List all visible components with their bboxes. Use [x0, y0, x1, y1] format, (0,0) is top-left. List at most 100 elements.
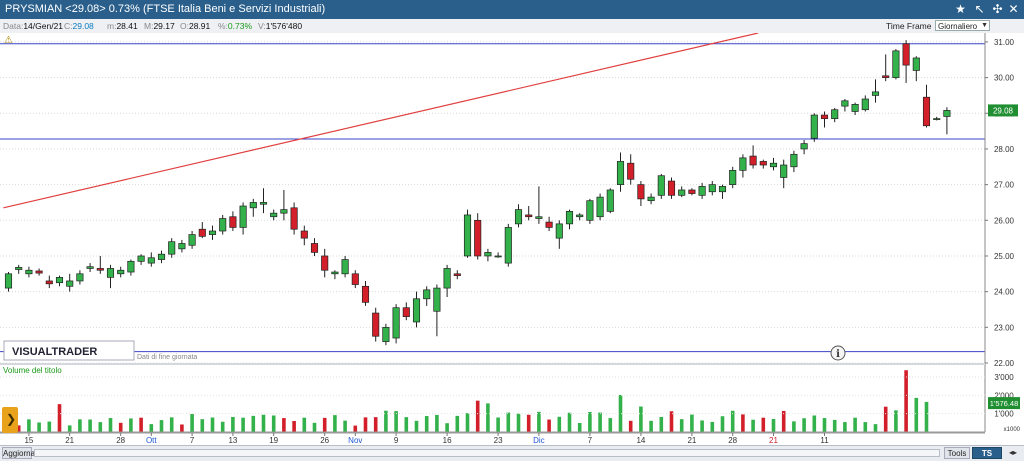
volume-bar-down: [363, 417, 368, 432]
volume-bar-up: [129, 418, 133, 432]
volume-pane-label: Volume del titolo: [3, 366, 62, 375]
candle-down: [882, 75, 890, 78]
cross-arrows-icon[interactable]: ✣: [990, 2, 1005, 17]
candle-up: [555, 223, 563, 239]
volume-bar-up: [690, 414, 694, 432]
volume-bar-up: [771, 418, 776, 432]
pct-readout: %:0.73%: [218, 21, 253, 31]
scroll-arrows-icon[interactable]: ◂▸: [1004, 447, 1022, 459]
candle-down: [820, 114, 829, 119]
candle-down: [759, 161, 767, 166]
info-bar: Data:14/Gen/21 C:29.08 m:28.41 M:29.17 O…: [0, 19, 1024, 34]
star-icon[interactable]: ★: [953, 2, 968, 17]
volume-bar-up: [751, 419, 755, 432]
candle-down: [35, 270, 43, 274]
candle-up: [871, 91, 880, 96]
volume-bar-up: [608, 418, 613, 432]
current-price-label: 29.08: [993, 106, 1014, 115]
candle-down: [300, 230, 308, 239]
candle-down: [310, 243, 319, 253]
candle-up: [66, 280, 74, 287]
candle-up: [657, 175, 665, 196]
tools-button[interactable]: Tools: [944, 447, 970, 459]
close-icon[interactable]: ✕: [1006, 2, 1021, 17]
volume-unit-label: x1000: [1004, 427, 1021, 433]
volume-bar-up: [159, 420, 164, 432]
volume-bar-up: [516, 413, 521, 432]
volume-bar-down: [322, 417, 327, 432]
price-chart[interactable]: 31.0030.0029.0028.0027.0026.0025.0024.00…: [0, 33, 1024, 445]
candle-up: [392, 307, 400, 339]
x-tick-label: 23: [494, 436, 503, 445]
candle-up: [576, 214, 584, 218]
price-tick-label: 27.00: [994, 181, 1015, 190]
candle-up: [678, 189, 686, 196]
candle-up: [810, 114, 818, 139]
candle-down: [198, 228, 206, 237]
volume-bar-down: [118, 422, 123, 432]
candle-down: [667, 180, 676, 196]
candle-up: [463, 214, 472, 257]
volume-bar-up: [496, 417, 500, 432]
candle-up: [147, 257, 155, 264]
volume-bar-up: [659, 416, 664, 432]
volume-bar-up: [404, 417, 409, 432]
horizontal-scrollbar[interactable]: [34, 449, 940, 457]
current-volume-label: 1'576.48: [990, 399, 1019, 408]
volume-bar-up: [822, 418, 827, 432]
branding-subtitle: Dati di fine giornata: [137, 354, 197, 361]
volume-bar-up: [261, 414, 266, 432]
price-tick-label: 26.00: [994, 216, 1015, 225]
candle-up: [86, 266, 94, 269]
candle-down: [525, 214, 533, 218]
info-button[interactable]: i: [830, 345, 846, 361]
candle-up: [270, 212, 278, 218]
alert-icon[interactable]: ⚠: [4, 35, 13, 46]
bottom-bar: Aggiorna Tools TS OFF ◂▸: [0, 445, 1024, 470]
candle-up: [331, 271, 339, 275]
candle-up: [208, 230, 217, 235]
candle-up: [892, 50, 900, 78]
candle-down: [749, 155, 757, 166]
ts-off-button[interactable]: TS OFF: [972, 447, 1002, 470]
candle-up: [219, 218, 227, 232]
candle-up: [443, 268, 451, 289]
candle-down: [545, 221, 553, 228]
volume-tick-label: 1'000: [994, 410, 1014, 419]
volume-bar-down: [741, 414, 745, 432]
candle-up: [606, 189, 614, 212]
volume-bar-up: [455, 415, 460, 432]
close-readout: C:29.08: [64, 21, 94, 31]
candle-down: [453, 273, 461, 276]
x-tick-label: 15: [24, 436, 33, 445]
candle-up: [137, 255, 145, 262]
side-panel-toggle[interactable]: ❯: [2, 407, 18, 433]
candle-up: [106, 268, 115, 278]
pointer-icon[interactable]: ↖: [972, 2, 987, 17]
candle-up: [698, 186, 706, 196]
volume-bar-up: [649, 420, 653, 432]
candle-up: [861, 98, 869, 111]
candle-up: [841, 100, 849, 107]
timeframe-select[interactable]: Giornaliero ▼: [935, 20, 990, 31]
candle-up: [249, 202, 257, 209]
candle-up: [514, 209, 523, 225]
volume-bar-down: [883, 406, 888, 432]
x-tick-label: Ott: [146, 436, 157, 445]
price-tick-label: 31.00: [994, 38, 1015, 47]
volume-bar-up: [863, 422, 868, 432]
candle-down: [627, 162, 635, 180]
volume-bar-up: [343, 420, 347, 432]
volume-readout: V:1'576'480: [258, 21, 303, 31]
candle-down: [351, 273, 359, 285]
volume-bar-up: [333, 415, 337, 432]
volume-bar-down: [373, 417, 378, 432]
update-button[interactable]: Aggiorna: [2, 447, 35, 459]
candle-up: [943, 110, 951, 117]
candle-up: [729, 170, 737, 185]
candle-down: [96, 268, 104, 271]
x-tick-label: 7: [190, 436, 195, 445]
price-tick-label: 28.00: [994, 145, 1015, 154]
volume-bar-down: [628, 420, 633, 432]
candle-up: [484, 252, 492, 257]
